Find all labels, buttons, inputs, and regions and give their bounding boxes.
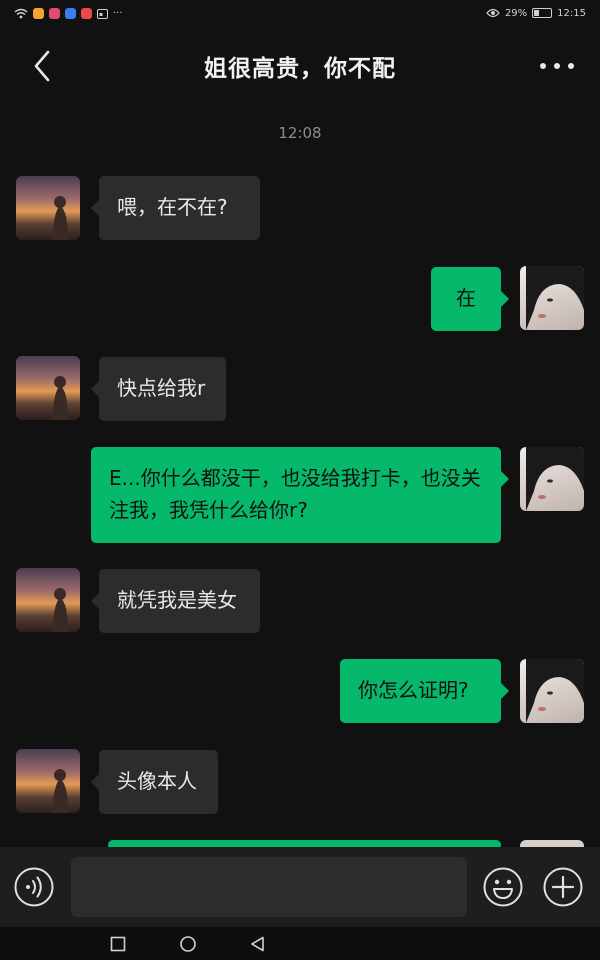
contact-avatar[interactable] xyxy=(16,568,80,632)
chat-header: 姐很高贵，你不配 xyxy=(0,34,600,98)
home-button[interactable] xyxy=(179,935,197,953)
incoming-message-bubble[interactable]: 就凭我是美女 xyxy=(91,569,260,633)
voice-button[interactable] xyxy=(14,867,54,907)
back-nav-button[interactable] xyxy=(249,935,267,953)
app-notification-icon xyxy=(81,7,92,19)
my-avatar-partial[interactable] xyxy=(520,840,584,847)
contact-avatar[interactable] xyxy=(16,356,80,420)
square-icon xyxy=(110,936,126,952)
triangle-back-icon xyxy=(251,936,264,952)
dot-icon xyxy=(554,63,560,69)
more-notifications-indicator: ··· xyxy=(113,7,123,19)
circle-icon xyxy=(180,936,196,952)
incoming-message-bubble[interactable]: 喂，在不在? xyxy=(91,176,260,240)
message-timestamp: 12:08 xyxy=(278,124,322,142)
status-left: ··· xyxy=(14,7,123,19)
avatar-image-icon xyxy=(526,447,584,511)
emoji-button[interactable] xyxy=(483,867,523,907)
battery-icon xyxy=(532,8,553,18)
back-button[interactable] xyxy=(28,48,58,84)
chevron-left-icon xyxy=(34,50,50,82)
avatar-image-icon xyxy=(52,196,68,240)
calendar-icon xyxy=(97,8,108,19)
my-avatar[interactable] xyxy=(520,659,584,723)
chat-title: 姐很高贵，你不配 xyxy=(204,56,396,82)
voice-icon xyxy=(14,867,54,907)
status-bar: ··· 29% 12:15 xyxy=(0,0,600,26)
recent-apps-button[interactable] xyxy=(109,935,127,953)
app-notification-icon xyxy=(33,7,44,19)
status-right: 29% 12:15 xyxy=(486,8,586,19)
system-navigation-bar xyxy=(0,927,600,960)
incoming-message-bubble[interactable]: 快点给我r xyxy=(91,357,226,421)
avatar-image-icon xyxy=(52,588,68,632)
eye-icon xyxy=(486,8,500,18)
avatar-image-icon xyxy=(52,769,68,813)
battery-fill xyxy=(534,10,540,16)
plus-icon xyxy=(543,867,583,907)
app-notification-icon xyxy=(49,7,60,19)
status-time: 12:15 xyxy=(557,7,586,19)
avatar-image-icon xyxy=(52,376,68,420)
dot-icon xyxy=(540,63,546,69)
message-input[interactable] xyxy=(71,857,467,917)
outgoing-message-bubble[interactable]: 你怎么证明? xyxy=(340,659,509,723)
outgoing-message-bubble[interactable]: 在 xyxy=(431,267,509,331)
wifi-icon xyxy=(14,8,28,18)
outgoing-message-bubble-partial[interactable] xyxy=(108,840,501,847)
smiley-icon xyxy=(483,867,523,907)
contact-avatar[interactable] xyxy=(16,176,80,240)
battery-percent: 29% xyxy=(504,7,528,19)
avatar-image-icon xyxy=(526,266,584,330)
avatar-image-icon xyxy=(526,659,584,723)
app-notification-icon xyxy=(65,7,76,19)
input-bar xyxy=(0,847,600,927)
my-avatar[interactable] xyxy=(520,266,584,330)
more-functions-button[interactable] xyxy=(543,867,583,907)
more-options-button[interactable] xyxy=(540,56,574,76)
dot-icon xyxy=(568,63,574,69)
outgoing-message-bubble[interactable]: E...你什么都没干，也没给我打卡，也没关注我，我凭什么给你r? xyxy=(91,447,509,543)
my-avatar[interactable] xyxy=(520,447,584,511)
incoming-message-bubble[interactable]: 头像本人 xyxy=(91,750,218,814)
contact-avatar[interactable] xyxy=(16,749,80,813)
